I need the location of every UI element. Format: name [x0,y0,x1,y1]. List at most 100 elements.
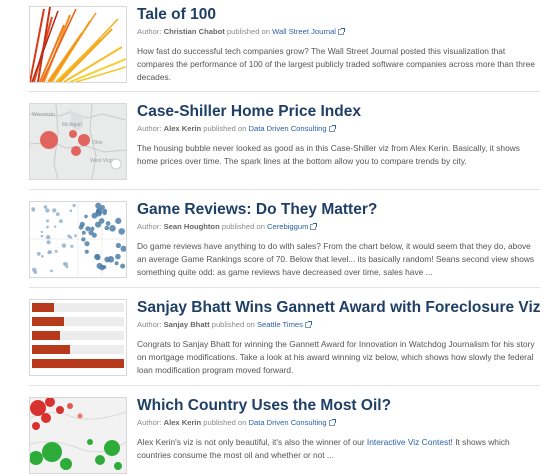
external-link-icon [310,223,318,230]
author-name: Christian Chabot [163,27,225,36]
scatter-dot [55,212,60,216]
post-thumbnail[interactable] [29,201,127,278]
thumbnail-bubble-map [30,398,126,473]
post-thumbnail[interactable]: Wisconsin Michigan Ohio West Virginia [29,103,127,180]
external-link-icon [304,321,312,328]
post-meta: Author: Sanjay Bhatt published on Seattl… [137,320,312,330]
scatter-dot [84,214,88,219]
scatter-dot [81,237,86,242]
scatter-dot [98,218,105,224]
scatter-dot [69,209,73,212]
post-excerpt: Do game reviews have anything to do with… [137,241,535,277]
scatter-dot [36,251,41,256]
scatter-dot [115,217,122,224]
source-link[interactable]: Wall Street Journal [272,27,336,36]
scatter-dot [79,221,85,227]
scatter-dot [96,208,101,213]
divider [29,287,540,288]
published-on-label: published on [211,320,255,329]
scatter-dot [115,253,121,260]
published-on-label: published on [226,27,270,36]
scatter-dot [50,269,53,273]
post-excerpt: How fast do successful tech companies gr… [137,46,536,82]
thumbnail-image [30,7,126,82]
scatter-dot [85,226,91,232]
post-title[interactable]: Case-Shiller Home Price Index [137,103,361,121]
scatter-dot [90,226,95,231]
map-label-michigan: Michigan [62,122,82,128]
post-thumbnail[interactable] [29,397,127,474]
published-on-label: published on [203,418,247,427]
scatter-dot [59,219,63,223]
author-prefix: Author: [137,27,162,36]
thumbnail-scatter [30,202,126,277]
scatter-dot [114,261,119,266]
scatter-dot [104,225,110,231]
external-link-icon [328,125,336,132]
author-prefix: Author: [137,222,162,231]
scatter-dot [81,230,86,235]
divider [29,91,540,92]
scatter-dot [102,208,108,213]
contest-link[interactable]: Interactive Viz Contest [367,437,451,447]
scatter-dot [54,249,58,253]
excerpt-text: Alex Kerin's viz is not only beautiful, … [137,437,365,447]
scatter-dot [46,240,51,245]
scatter-dot [46,235,51,240]
post-excerpt: Alex Kerin's viz is not only beautiful, … [137,436,542,462]
source-link[interactable]: Data Driven Consulting [249,418,327,427]
post-title[interactable]: Which Country Uses the Most Oil? [137,397,391,415]
map-label-wisconsin: Wisconsin [32,112,55,118]
scatter-dot [52,208,57,213]
post-meta: Author: Christian Chabot published on Wa… [137,27,345,37]
scatter-dot [41,255,44,258]
post-meta: Author: Alex Kerin published on Data Dri… [137,418,336,428]
author-name: Alex Kerin [163,418,202,427]
scatter-dot [46,219,50,223]
map-label-ohio: Ohio [92,140,103,146]
divider [29,189,540,190]
source-link[interactable]: Seattle Times [257,320,303,329]
post-title[interactable]: Sanjay Bhatt Wins Gannett Award with For… [137,299,541,317]
scatter-dot [33,270,38,274]
scatter-dot [54,225,57,228]
post-meta: Author: Alex Kerin published on Data Dri… [137,124,336,134]
external-link-icon [328,419,336,426]
scatter-dot [115,242,121,249]
scatter-dot [46,225,49,229]
scatter-dot [84,249,89,254]
scatter-dot [72,203,76,208]
source-link[interactable]: Cerebiggum [267,222,308,231]
scatter-dot [40,234,44,238]
scatter-dot [61,243,67,248]
author-name: Sean Houghton [163,222,220,231]
scatter-dot [62,262,66,265]
scatter-dot [40,230,43,234]
scatter-dot [45,208,50,213]
author-name: Sanjay Bhatt [163,320,210,329]
post-title[interactable]: Tale of 100 [137,6,216,24]
external-link-icon [338,28,345,35]
thumbnail-bar-chart [30,300,126,375]
scatter-dot [43,205,48,209]
scatter-dot [31,207,36,212]
scatter-dot [74,234,77,238]
author-prefix: Author: [137,124,162,133]
divider [29,385,540,386]
scatter-dot [47,250,52,255]
author-prefix: Author: [137,320,162,329]
scatter-dot [70,244,74,248]
scatter-dot [65,265,69,269]
post-thumbnail[interactable] [29,6,127,83]
post-meta: Author: Sean Houghton published on Cereb… [137,222,318,232]
source-link[interactable]: Data Driven Consulting [249,124,327,133]
post-excerpt: The housing bubble never looked as good … [137,143,520,166]
scatter-dot [109,225,116,232]
post-title[interactable]: Game Reviews: Do They Matter? [137,201,377,219]
post-thumbnail[interactable] [29,299,127,376]
scatter-dot [94,253,101,260]
scatter-dot [104,256,111,263]
scatter-dot [102,265,107,270]
scatter-dot [118,228,125,235]
scatter-dot [96,262,103,269]
